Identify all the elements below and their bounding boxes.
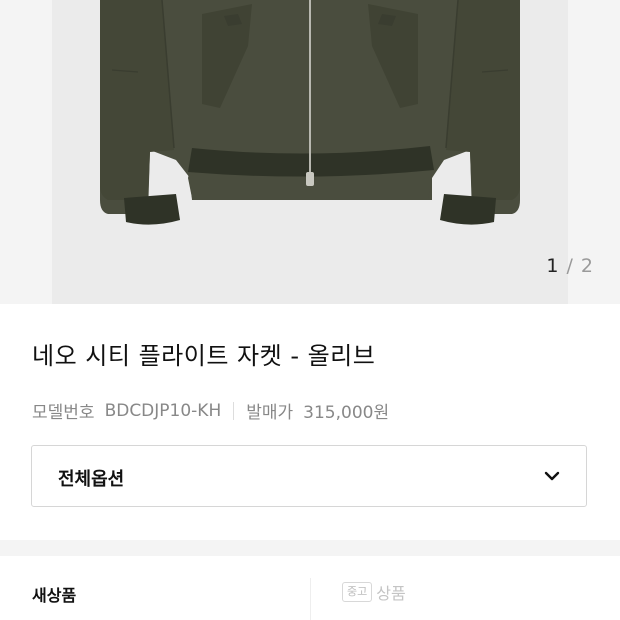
option-select-label: 전체옵션 <box>58 469 125 490</box>
release-price-label: 발매가 <box>246 403 294 423</box>
product-photo[interactable] <box>52 0 568 304</box>
pager-separator: / <box>566 255 574 277</box>
image-pager: 1 / 2 <box>546 255 594 277</box>
option-select-button[interactable]: 전체옵션 <box>31 445 587 507</box>
model-number-label: 모델번호 <box>32 403 95 423</box>
tab-divider <box>310 578 311 620</box>
model-number-value: BDCDJP10-KH <box>104 400 222 421</box>
meta-divider <box>233 401 235 420</box>
product-title: 네오 시티 플라이트 자켓 - 올리브 <box>32 342 376 370</box>
jacket-image <box>100 0 520 225</box>
release-price-value: 315,000원 <box>303 403 390 423</box>
pager-total: 2 <box>580 255 594 277</box>
product-image-gallery[interactable]: 1 / 2 <box>0 0 620 304</box>
used-badge: 중고 <box>342 582 373 602</box>
tab-new-product[interactable]: 새상품 <box>32 582 76 606</box>
section-divider <box>0 540 620 556</box>
used-product-label: 상품 <box>376 584 406 603</box>
condition-tabs: 새상품 중고 상품 <box>0 556 620 620</box>
chevron-down-icon <box>544 471 560 481</box>
tab-used-product[interactable]: 중고 상품 <box>342 580 406 604</box>
product-meta: 모델번호 BDCDJP10-KH 발매가 315,000원 <box>32 398 390 424</box>
pager-current: 1 <box>546 255 560 277</box>
